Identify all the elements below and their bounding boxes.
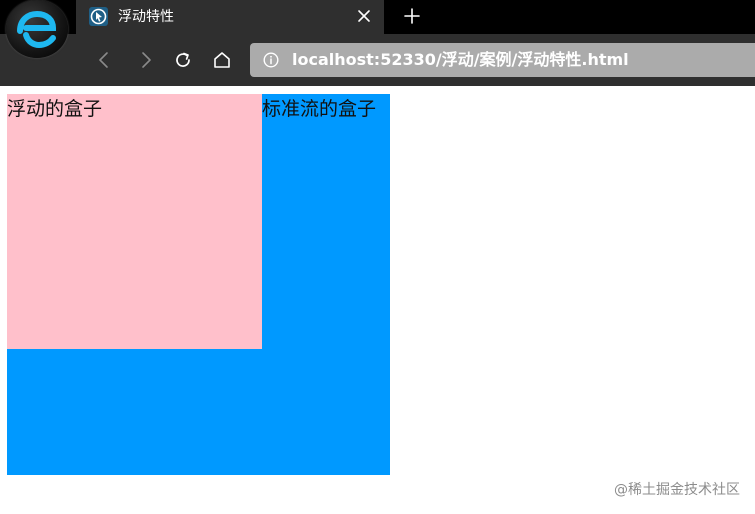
url-text[interactable]: localhost:52330/浮动/案例/浮动特性.html <box>292 49 629 71</box>
plus-icon[interactable] <box>403 7 421 25</box>
chevron-right-icon[interactable] <box>136 50 156 70</box>
reload-icon[interactable] <box>173 50 193 70</box>
home-icon[interactable] <box>212 50 232 70</box>
page-content: 标准流的盒子 浮动的盒子 @稀土掘金技术社区 <box>0 86 755 514</box>
address-bar[interactable]: localhost:52330/浮动/案例/浮动特性.html <box>250 43 755 77</box>
watermark: @稀土掘金技术社区 <box>614 482 740 498</box>
float-box-label: 浮动的盒子 <box>7 98 103 120</box>
tab-title: 浮动特性 <box>118 9 174 25</box>
browser-tab[interactable]: 浮动特性 <box>76 0 384 34</box>
browser-window: 浮动特性 localhost:52330/浮动/案例/浮动特性.html 标准流… <box>0 0 755 514</box>
float-box: 浮动的盒子 <box>7 94 262 349</box>
chevron-left-icon[interactable] <box>94 50 114 70</box>
navigation-toolbar: localhost:52330/浮动/案例/浮动特性.html <box>0 34 755 86</box>
tab-strip: 浮动特性 <box>0 0 755 34</box>
browser-logo-icon <box>6 0 68 58</box>
close-icon[interactable] <box>356 8 372 24</box>
normal-box-label: 标准流的盒子 <box>262 98 377 120</box>
favicon-icon <box>89 7 108 26</box>
info-icon[interactable] <box>263 52 279 68</box>
